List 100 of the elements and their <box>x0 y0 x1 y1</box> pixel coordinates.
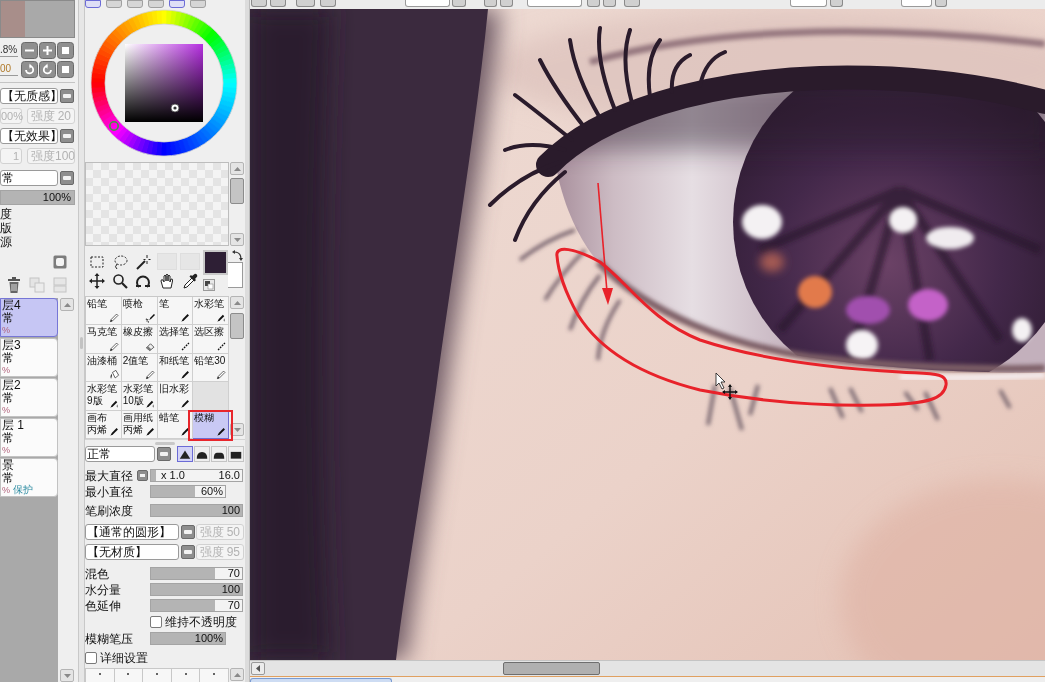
effect-dropdown[interactable]: 【无效果】 <box>0 128 58 144</box>
scroll-up-button[interactable] <box>60 298 74 311</box>
layer-item[interactable]: 层2 常 % <box>0 378 58 417</box>
brush-dropdown[interactable]: 【通常的圆形】 <box>85 523 179 540</box>
dropdown-button[interactable] <box>60 89 74 103</box>
lasso-icon[interactable] <box>112 253 129 270</box>
slider-track[interactable]: 100 <box>150 504 243 517</box>
reset-colors-icon[interactable] <box>203 279 215 291</box>
magic-wand-icon[interactable] <box>135 253 152 270</box>
toolbar-button[interactable] <box>830 0 843 7</box>
size-preset-button[interactable] <box>114 669 144 682</box>
brush-slot[interactable]: 水彩笔 9版 <box>86 382 122 411</box>
dropdown-button[interactable] <box>181 524 195 539</box>
color-mode-button[interactable] <box>148 0 164 8</box>
toolbar-dropdown[interactable] <box>790 0 827 7</box>
dropdown-button[interactable] <box>181 544 195 559</box>
toolbar-button[interactable] <box>320 0 336 7</box>
toolbar-button[interactable] <box>251 0 267 7</box>
toolbar-button[interactable] <box>452 0 466 7</box>
dropdown-button[interactable] <box>60 129 74 143</box>
toolbar-button[interactable] <box>296 0 315 7</box>
brush-slot[interactable]: 马克笔 <box>86 325 122 354</box>
square-icon[interactable] <box>53 255 67 269</box>
scrollbar-thumb[interactable] <box>503 662 600 675</box>
layer-item[interactable]: 景 常 % 保护 <box>0 458 58 497</box>
toolbar-button[interactable] <box>484 0 497 7</box>
layer-item[interactable]: 层3 常 % <box>0 338 58 377</box>
move-icon[interactable] <box>88 272 105 289</box>
toolbar-button[interactable] <box>603 0 616 7</box>
brush-slot[interactable]: 铅笔30 <box>193 353 229 383</box>
square-icon[interactable] <box>57 41 74 59</box>
tip-shape-button[interactable] <box>211 446 227 462</box>
layer-item[interactable]: 层 1 常 % <box>0 418 58 457</box>
hand-icon[interactable] <box>158 272 175 289</box>
hue-marker-icon[interactable] <box>109 121 119 131</box>
toolbar-button[interactable] <box>935 0 947 7</box>
slider-track[interactable]: 70 <box>150 599 243 612</box>
toolbar-dropdown[interactable] <box>901 0 932 7</box>
plus-icon[interactable] <box>39 41 56 59</box>
square-icon[interactable] <box>57 60 74 78</box>
color-marker-icon[interactable] <box>170 103 180 113</box>
size-preset-button[interactable] <box>143 669 172 682</box>
tip-shape-button[interactable] <box>228 446 244 462</box>
color-mode-button[interactable] <box>127 0 143 8</box>
tip-shape-button[interactable] <box>177 446 193 462</box>
slider-track[interactable]: 70 <box>150 567 243 580</box>
scrollbar-thumb[interactable] <box>230 313 244 339</box>
size-preset-button[interactable] <box>86 669 115 682</box>
color-mode-button[interactable] <box>106 0 122 8</box>
size-preset-button[interactable] <box>171 669 201 682</box>
rotate-right-icon[interactable] <box>39 60 56 78</box>
brush-slot[interactable]: 旧水彩 <box>157 382 194 411</box>
rotate-left-icon[interactable] <box>21 60 38 78</box>
saturation-value-square[interactable] <box>125 44 203 122</box>
scroll-down-button[interactable] <box>60 669 74 682</box>
brush-slot[interactable]: 铅笔 <box>86 297 122 326</box>
scroll-up-button[interactable] <box>230 668 244 681</box>
toolbar-button[interactable] <box>624 0 640 7</box>
menu-button[interactable] <box>137 470 148 481</box>
opacity-slider[interactable]: 100% <box>0 190 75 205</box>
blend-mode-dropdown[interactable]: 常 <box>0 170 58 186</box>
checkbox[interactable] <box>85 651 97 664</box>
swap-arrow-icon[interactable] <box>232 250 243 261</box>
brush-slot[interactable]: 喷枪 <box>121 297 158 326</box>
toolbar-button[interactable] <box>270 0 286 7</box>
eyedropper-icon[interactable] <box>182 272 199 289</box>
secondary-color-swatch[interactable] <box>228 262 243 288</box>
size-preset-button[interactable] <box>200 669 229 682</box>
dropdown-button[interactable] <box>157 447 171 461</box>
color-mode-button[interactable] <box>85 0 101 8</box>
minus-icon[interactable] <box>21 41 38 59</box>
brush-slot[interactable]: 油漆桶 <box>86 353 122 383</box>
toolbar-dropdown[interactable] <box>405 0 450 7</box>
slider-track[interactable]: 60% <box>150 485 226 498</box>
toolbar-dropdown[interactable] <box>527 0 582 7</box>
scroll-up-button[interactable] <box>230 162 244 175</box>
brush-slot[interactable]: 橡皮擦 <box>121 325 158 354</box>
toolbar-button[interactable] <box>587 0 600 7</box>
trash-icon[interactable] <box>7 277 21 293</box>
scroll-left-button[interactable] <box>251 662 265 675</box>
texture-dropdown[interactable]: 【无质感】 <box>0 88 58 104</box>
slider-track[interactable]: 100 <box>150 583 243 596</box>
brush-slot[interactable]: 笔 <box>157 297 194 326</box>
layer-item[interactable]: 层4 常 % <box>0 298 58 337</box>
checkbox[interactable] <box>150 615 162 628</box>
slider-track[interactable]: x 1.0 16.0 <box>150 469 243 482</box>
brush-dropdown[interactable]: 【无材质】 <box>85 543 179 560</box>
brush-slot[interactable]: 选择笔 <box>157 325 194 354</box>
brush-slot[interactable]: 选区擦 <box>193 325 229 354</box>
primary-color-swatch[interactable] <box>203 250 228 275</box>
color-mode-button[interactable] <box>169 0 185 8</box>
scroll-up-button[interactable] <box>230 296 244 309</box>
zoom-icon[interactable] <box>112 272 129 289</box>
slider-track[interactable]: 100% <box>150 632 226 645</box>
dropdown-button[interactable] <box>60 171 74 185</box>
brush-slot[interactable]: 水彩笔 <box>193 297 229 326</box>
zoom-field[interactable]: .8% <box>0 43 18 57</box>
toolbar-button[interactable] <box>500 0 513 7</box>
brush-slot[interactable]: 画布 丙烯 <box>86 410 122 439</box>
color-mode-button[interactable] <box>190 0 206 8</box>
